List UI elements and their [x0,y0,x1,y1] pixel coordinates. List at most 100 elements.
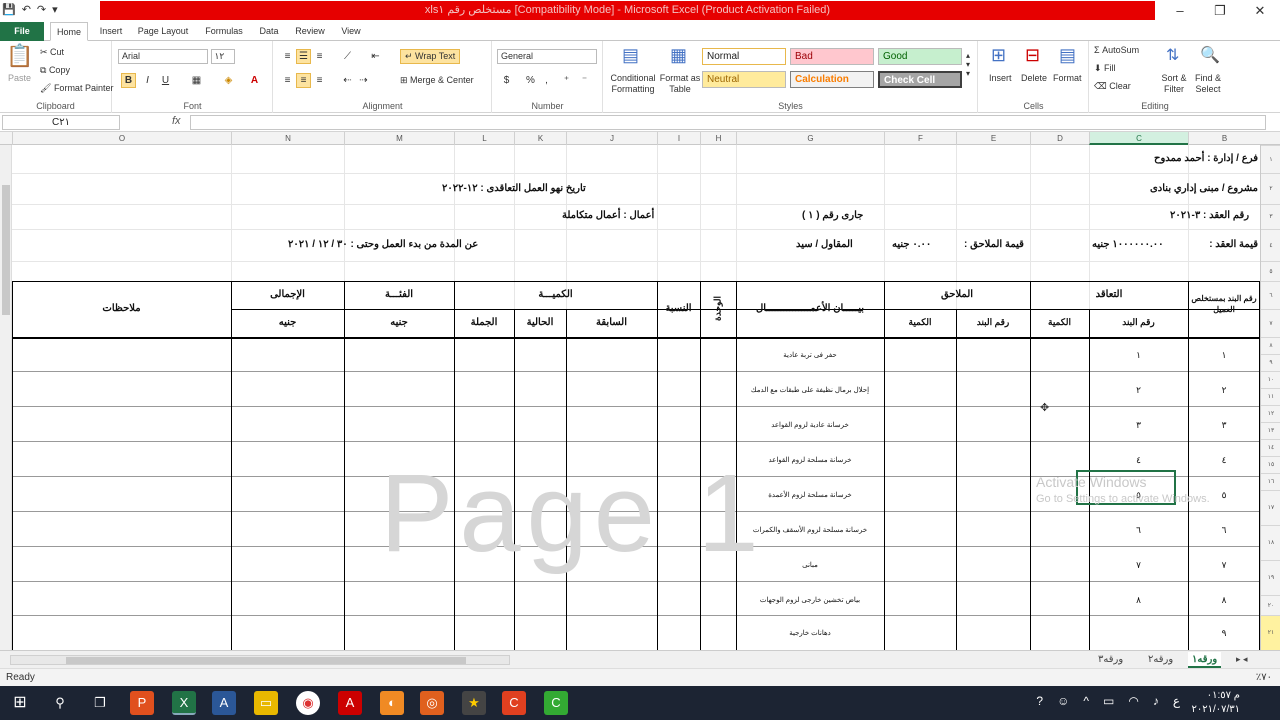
column-header-g[interactable]: G [736,132,884,145]
column-header-e[interactable]: E [956,132,1030,145]
app-icon-green-c[interactable]: C [544,691,568,715]
zoom-level[interactable]: ٧٠٪ [1256,672,1272,683]
app-icon-access[interactable]: A [212,691,236,715]
app-icon-powerpoint[interactable]: P [130,691,154,715]
row-header[interactable]: ١٢ [1261,405,1280,422]
style-bad[interactable]: Bad [790,48,874,65]
item-number[interactable]: ٨ [1190,595,1258,606]
column-header-i[interactable]: I [657,132,700,145]
row-header[interactable]: ١٤ [1261,439,1280,456]
help-icon[interactable]: ? [1036,694,1043,708]
item-number[interactable]: ٣ [1190,420,1258,431]
column-header-o[interactable]: O [12,132,231,145]
column-header-f[interactable]: F [884,132,956,145]
row-header[interactable]: ٦ [1261,281,1280,309]
row-header[interactable]: ١ [1261,145,1280,173]
conditional-formatting-button[interactable]: Conditional Formatting [606,73,660,95]
contract-item[interactable]: ٤ [1089,455,1188,466]
worksheet-grid[interactable]: فرع / إدارة : أحمد ممدوح مشروع / مبنى إد… [12,145,1260,650]
chevron-up-icon[interactable]: ^ [1083,694,1089,708]
underline-button[interactable]: U [158,73,173,88]
row-header[interactable]: ٤ [1261,229,1280,261]
folder-icon[interactable]: ▭ [254,691,278,715]
paste-icon[interactable]: 📋 [6,43,33,69]
align-left-icon[interactable]: ≡ [280,73,295,88]
item-number[interactable]: ٧ [1190,560,1258,571]
orientation-icon[interactable]: ⟋ [340,49,355,64]
sheet-tab-2[interactable]: ورقه٢ [1144,652,1177,668]
row-header[interactable]: ١٣ [1261,422,1280,439]
item-description[interactable]: خرسانة مسلحة لزوم الأعمدة [736,491,884,499]
font-name-select[interactable]: Arial [118,49,208,64]
row-header[interactable]: ١٨ [1261,525,1280,560]
contract-item[interactable]: ٢ [1089,385,1188,396]
decrease-indent-icon[interactable]: ⇠ [340,73,355,88]
fill-button[interactable]: ⬇ Fill [1094,63,1116,74]
row-header[interactable]: ٥ [1261,261,1280,281]
row-header[interactable]: ٢٠ [1261,595,1280,615]
horizontal-scrollbar[interactable] [10,655,510,665]
battery-icon[interactable]: ▭ [1103,694,1114,708]
styles-more-icon[interactable]: ▴ ▾ ▾ [966,51,970,78]
align-bottom-icon[interactable]: ≡ [312,49,327,64]
search-icon[interactable]: ⚲ [48,691,72,715]
merge-center-button[interactable]: ⊞ Merge & Center [400,75,474,86]
style-calculation[interactable]: Calculation [790,71,874,88]
column-header-b[interactable]: B [1188,132,1260,145]
chrome-icon[interactable]: ◉ [296,691,320,715]
tab-file[interactable]: File [0,22,44,41]
item-description[interactable]: خرسانة مسلحة لزوم الأسقف والكمرات [736,526,884,534]
format-button[interactable]: Format [1053,73,1082,83]
delete-button[interactable]: Delete [1021,73,1047,83]
row-header[interactable]: ٨ [1261,337,1280,354]
percent-button[interactable]: % [523,73,538,88]
align-center-icon[interactable]: ≡ [296,73,311,88]
contract-item[interactable]: ٧ [1089,560,1188,571]
function-icon[interactable]: fx [172,115,181,127]
contract-item[interactable]: ٣ [1089,420,1188,431]
item-description[interactable]: مبانى [736,561,884,569]
sheet-nav-icon[interactable]: ◂ ▸ [1232,652,1252,668]
item-number[interactable]: ٦ [1190,525,1258,536]
row-header[interactable]: ١١ [1261,388,1280,405]
windows-start-icon[interactable]: ⊞ [8,691,32,715]
format-painter-button[interactable]: 🖌 Format Painter [40,83,113,94]
tab-page-layout[interactable]: Page Layout [134,22,192,41]
column-header-m[interactable]: M [344,132,454,145]
font-color-icon[interactable]: A [247,73,262,88]
volume-icon[interactable]: ♪ [1153,694,1159,708]
wifi-icon[interactable]: ◠ [1128,694,1138,708]
increase-decimal-icon[interactable]: ⁺ [559,73,574,88]
style-neutral[interactable]: Neutral [702,71,786,88]
people-icon[interactable]: ☺ [1057,694,1069,708]
column-header-k[interactable]: K [514,132,566,145]
sheet-tab-3[interactable]: ورقه٣ [1094,652,1127,668]
find-select-button[interactable]: Find & Select [1190,73,1226,95]
column-header-n[interactable]: N [231,132,344,145]
item-number[interactable]: ٢ [1190,385,1258,396]
column-header-c[interactable]: C [1089,132,1188,145]
app-icon-orange[interactable]: ◐ [380,691,404,715]
autosum-button[interactable]: Σ AutoSum [1094,45,1139,55]
row-header[interactable]: ١٦ [1261,473,1280,490]
decrease-decimal-icon[interactable]: ⁻ [577,73,592,88]
column-header-l[interactable]: L [454,132,514,145]
format-as-table-button[interactable]: Format as Table [658,73,702,95]
align-right-icon[interactable]: ≡ [312,73,327,88]
sheet-tab-1[interactable]: ورقه١ [1188,652,1222,668]
task-view-icon[interactable]: ❐ [88,691,112,715]
row-header[interactable]: ١٥ [1261,456,1280,473]
clock[interactable]: م ٠١:٥٧ ٢٠٢١/٠٧/٣١ [1191,689,1240,717]
number-format-select[interactable]: General [497,49,597,64]
customize-qat-icon[interactable]: ▾ [52,3,58,16]
style-normal[interactable]: Normal [702,48,786,65]
app-icon-star[interactable]: ★ [462,691,486,715]
app-icon-excel[interactable]: X [172,691,196,715]
close-button[interactable]: ✕ [1240,0,1280,22]
contract-item[interactable]: ١ [1089,350,1188,361]
copy-button[interactable]: ⧉ Copy [40,65,70,76]
style-good[interactable]: Good [878,48,962,65]
clear-button[interactable]: ⌫ Clear [1094,81,1131,92]
column-header-j[interactable]: J [566,132,657,145]
align-middle-icon[interactable]: ☰ [296,49,311,64]
